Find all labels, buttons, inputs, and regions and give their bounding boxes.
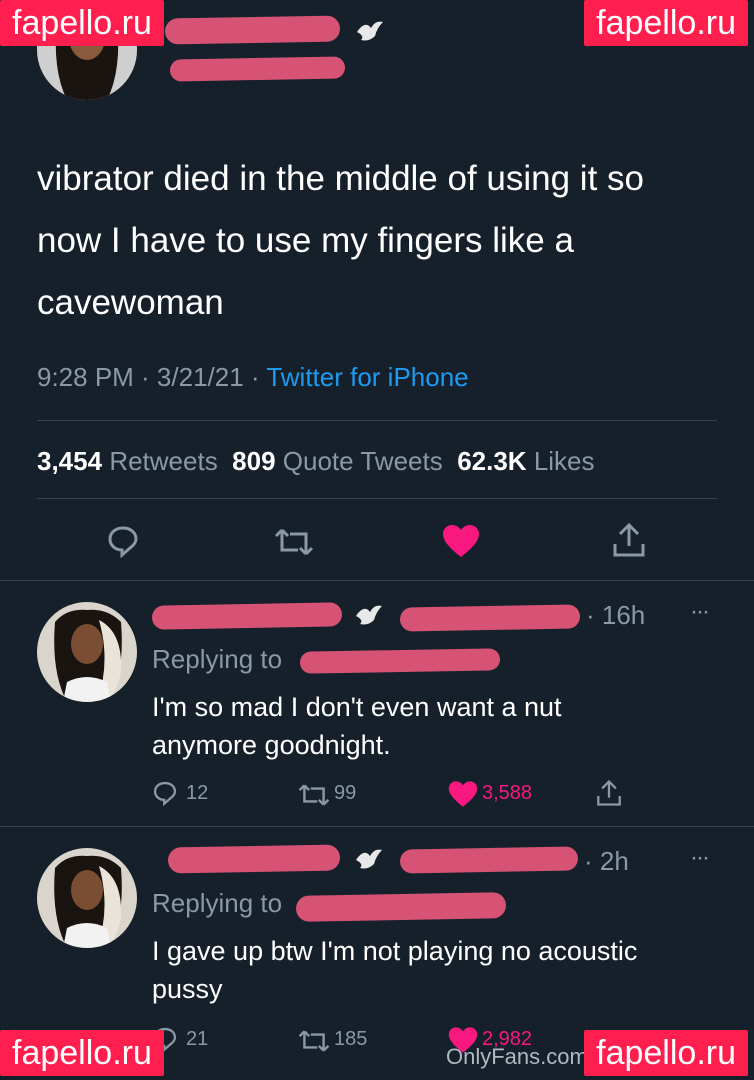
divider (0, 580, 754, 581)
dove-icon (354, 846, 384, 874)
tweet-meta: 9:28 PM · 3/21/21 · Twitter for iPhone (37, 362, 469, 393)
watermark-footer: OnlyFans.com (446, 1044, 588, 1069)
heart-icon[interactable] (448, 780, 478, 808)
watermark-top-right: fapello.ru (584, 0, 748, 46)
retweet-icon[interactable] (298, 1028, 330, 1054)
likes-stat[interactable]: 62.3K Likes (457, 446, 594, 476)
watermark-bottom-right: fapello.ru (584, 1030, 748, 1076)
reply-avatar[interactable] (37, 848, 137, 948)
reply-icon[interactable] (106, 524, 140, 558)
replying-to: Replying to (152, 644, 283, 674)
more-icon[interactable]: ··· (690, 844, 710, 872)
retweet-icon[interactable] (298, 782, 330, 808)
tweet-source[interactable]: Twitter for iPhone (266, 362, 468, 392)
tweet-time: 9:28 PM · 3/21/21 · (37, 362, 267, 392)
reply-count: 12 (186, 782, 209, 804)
retweets-stat[interactable]: 3,454 Retweets (37, 446, 218, 476)
dove-icon (355, 18, 385, 46)
reply-count: 21 (186, 1028, 209, 1050)
reply-name-redacted (151, 602, 343, 630)
quotes-stat[interactable]: 809 Quote Tweets (232, 446, 443, 476)
reply-text: I gave up btw I'm not playing no acousti… (152, 936, 638, 1004)
replying-to-handle-redacted (295, 892, 507, 922)
reply-time: · 16h (586, 600, 646, 630)
like-count: 3,588 (482, 782, 533, 804)
reply-icon[interactable] (152, 780, 178, 806)
replying-to-handle-redacted (299, 648, 501, 674)
watermark-top-left: fapello.ru (0, 0, 164, 46)
tweet-stats: 3,454 Retweets 809 Quote Tweets 62.3K Li… (37, 446, 595, 477)
more-icon[interactable]: ··· (690, 598, 710, 626)
share-icon[interactable] (596, 778, 622, 808)
divider (37, 498, 717, 499)
divider (37, 420, 717, 421)
watermark-bottom-left: fapello.ru (0, 1030, 164, 1076)
dove-icon (354, 602, 384, 630)
author-name-redacted (164, 15, 341, 45)
reply-time: · 2h (584, 846, 629, 876)
replying-to: Replying to (152, 888, 283, 918)
reply-handle-redacted (399, 846, 579, 874)
heart-icon[interactable] (442, 524, 480, 558)
reply-handle-redacted (399, 604, 581, 632)
retweet-icon[interactable] (274, 526, 314, 558)
retweet-count: 99 (334, 782, 357, 804)
reply-actions: 12 99 3,588 (152, 778, 632, 812)
retweet-count: 185 (334, 1028, 368, 1050)
reply-name-redacted (167, 844, 341, 874)
share-icon[interactable] (612, 522, 646, 558)
author-handle-redacted (169, 56, 346, 82)
divider (0, 826, 754, 827)
reply-text: I'm so mad I don't even want a nut anymo… (152, 692, 562, 760)
tweet-text: vibrator died in the middle of using it … (37, 159, 644, 322)
reply-avatar[interactable] (37, 602, 137, 702)
